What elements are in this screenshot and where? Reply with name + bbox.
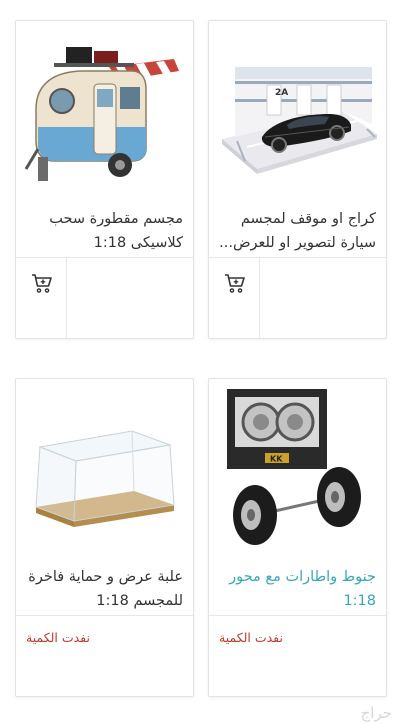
display-case-image: [35, 430, 175, 527]
product-title-line1: جنوط واطارات مع محور: [229, 569, 376, 585]
card-status: نفدت الكمية: [209, 615, 386, 696]
divider: [259, 258, 260, 338]
product-title-line2: سيارة لتصوير او للعرض...: [219, 235, 376, 251]
watermark-logo: حراج: [360, 704, 392, 722]
product-title-display-case[interactable]: علبة عرض و حماية فاخرة للمجسم 1:18: [26, 565, 183, 613]
garage-sign-text: 2A: [275, 88, 288, 98]
add-to-cart-icon[interactable]: [30, 272, 54, 296]
product-title-line1: مجسم مقطورة سحب: [49, 211, 183, 227]
product-title-line2: 1:18: [343, 593, 376, 609]
garage-diorama-image: 2A: [222, 67, 377, 174]
product-image-garage[interactable]: 2A: [217, 29, 378, 199]
product-title-line2: للمجسم 1:18: [96, 593, 183, 609]
product-card-display-case[interactable]: علبة عرض و حماية فاخرة للمجسم 1:18 نفدت …: [15, 378, 194, 697]
product-title-trailer[interactable]: مجسم مقطورة سحب كلاسيكى 1:18: [26, 207, 183, 255]
add-to-cart-icon[interactable]: [223, 272, 247, 296]
product-title-line2: كلاسيكى 1:18: [93, 235, 183, 251]
card-actions: [16, 257, 193, 338]
product-title-wheels[interactable]: جنوط واطارات مع محور 1:18: [219, 565, 376, 613]
product-card-wheels[interactable]: KK جنوط واطارات مع محور 1:18 نفدت الكمية: [208, 378, 387, 697]
product-card-trailer[interactable]: مجسم مقطورة سحب كلاسيكى 1:18: [15, 20, 194, 339]
product-image-wheels[interactable]: KK: [217, 387, 378, 557]
product-title-garage[interactable]: كراج او موقف لمجسم سيارة لتصوير او للعرض…: [219, 207, 376, 255]
wheels-axle-image: KK: [227, 389, 361, 545]
product-image-display-case[interactable]: [24, 387, 185, 557]
product-grid-page: 2A كراج او موقف لمجسم سيارة لتصوير او لل…: [0, 0, 400, 724]
trailer-model-image: [24, 47, 179, 181]
product-image-trailer[interactable]: [24, 29, 185, 199]
card-status: نفدت الكمية: [16, 615, 193, 696]
product-title-line1: كراج او موقف لمجسم: [240, 211, 376, 227]
out-of-stock-label: نفدت الكمية: [219, 630, 283, 645]
card-actions: [209, 257, 386, 338]
product-card-garage[interactable]: 2A كراج او موقف لمجسم سيارة لتصوير او لل…: [208, 20, 387, 339]
divider: [66, 258, 67, 338]
box-brand-text: KK: [270, 455, 283, 464]
product-title-line1: علبة عرض و حماية فاخرة: [28, 569, 183, 585]
out-of-stock-label: نفدت الكمية: [26, 630, 90, 645]
